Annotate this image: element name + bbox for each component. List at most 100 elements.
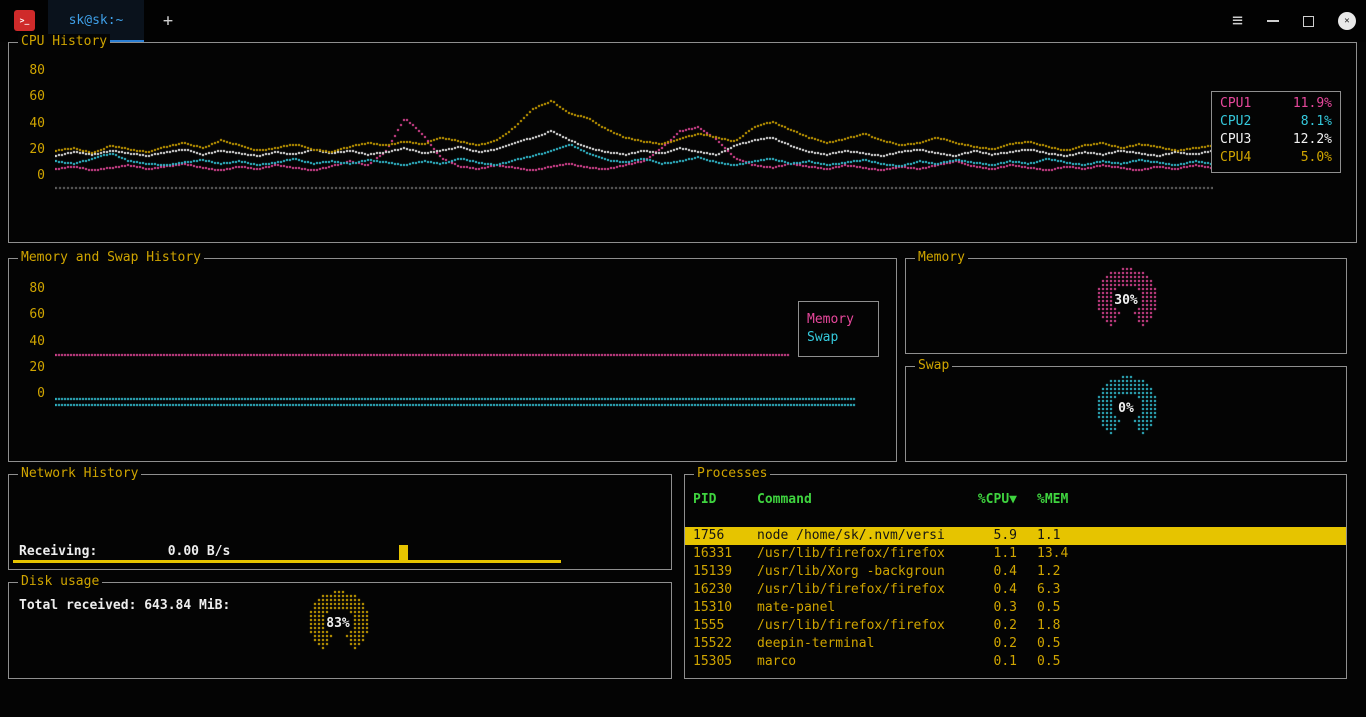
- memory-swap-history-box: Memory and Swap History 806040200 Memory…: [8, 258, 897, 462]
- process-command: /usr/lib/Xorg -backgroun: [757, 563, 967, 581]
- header-mem[interactable]: %MEM: [1037, 491, 1101, 509]
- network-history-title: Network History: [18, 466, 141, 481]
- minimize-icon[interactable]: [1267, 20, 1279, 22]
- process-mem: 0.5: [1037, 635, 1101, 653]
- legend-name: CPU4: [1220, 149, 1251, 167]
- disk-usage-title: Disk usage: [18, 574, 102, 589]
- y-tick-label: 60: [17, 89, 45, 105]
- y-tick-label: 20: [17, 142, 45, 158]
- y-tick-label: 40: [17, 334, 45, 350]
- process-command: mate-panel: [757, 599, 967, 617]
- legend-value: 11.9%: [1293, 95, 1332, 113]
- header-cpu-sort[interactable]: %CPU▼: [967, 491, 1017, 509]
- processes-header: PID Command %CPU▼ %MEM: [685, 491, 1346, 509]
- process-command: /usr/lib/firefox/firefox: [757, 545, 967, 563]
- legend-row: Memory: [807, 311, 870, 329]
- legend-row: CPU4 5.0%: [1220, 149, 1332, 167]
- process-pid: 15139: [693, 563, 757, 581]
- process-row[interactable]: 16331/usr/lib/firefox/firefox1.1 13.4: [685, 545, 1346, 563]
- process-pid: 15522: [693, 635, 757, 653]
- memory-percent-label: 30%: [1093, 266, 1159, 334]
- titlebar: >_ sk@sk:~ + ≡ ✕: [0, 0, 1366, 42]
- process-pid: 16230: [693, 581, 757, 599]
- network-sparkline: [13, 560, 561, 563]
- legend-row: CPU3 12.2%: [1220, 131, 1332, 149]
- process-pid: 16331: [693, 545, 757, 563]
- process-row[interactable]: 15139/usr/lib/Xorg -backgroun0.4 1.2: [685, 563, 1346, 581]
- memory-swap-chart: [55, 281, 871, 411]
- process-command: marco: [757, 653, 967, 671]
- y-tick-label: 60: [17, 307, 45, 323]
- process-pid: 1756: [693, 527, 757, 545]
- tab-title: sk@sk:~: [69, 13, 124, 28]
- process-mem: 13.4: [1037, 545, 1101, 563]
- legend-row: Swap: [807, 329, 870, 347]
- legend-name: CPU2: [1220, 113, 1251, 131]
- process-mem: 1.8: [1037, 617, 1101, 635]
- disk-donut: 83%: [305, 589, 371, 657]
- swap-percent-label: 0%: [1093, 374, 1159, 442]
- process-row-selected[interactable]: 1756node /home/sk/.nvm/versi5.9 1.1: [685, 527, 1346, 545]
- process-row[interactable]: 15522deepin-terminal0.20.5: [685, 635, 1346, 653]
- process-mem: 0.5: [1037, 599, 1101, 617]
- process-row[interactable]: 1555/usr/lib/firefox/firefox0.21.8: [685, 617, 1346, 635]
- terminal-app-icon: >_: [14, 10, 35, 31]
- cpu-legend: CPU111.9%CPU28.1%CPU3 12.2% CPU4 5.0%: [1211, 91, 1341, 173]
- process-pid: 15305: [693, 653, 757, 671]
- legend-name: Memory: [807, 311, 854, 329]
- y-tick-label: 80: [17, 63, 45, 79]
- close-icon[interactable]: ✕: [1338, 12, 1356, 30]
- process-pid: 1555: [693, 617, 757, 635]
- y-tick-label: 0: [17, 386, 45, 402]
- memory-gauge-box: Memory 30%: [905, 258, 1347, 354]
- process-mem: 6.3: [1037, 581, 1101, 599]
- swap-gauge-box: Swap 0%: [905, 366, 1347, 462]
- process-cpu: 0.3: [967, 599, 1017, 617]
- process-cpu: 5.9: [967, 527, 1017, 545]
- process-pid: 15310: [693, 599, 757, 617]
- memory-gauge-title: Memory: [915, 250, 968, 265]
- process-cpu: 0.1: [967, 653, 1017, 671]
- process-row[interactable]: 15310mate-panel0.3 0.5: [685, 599, 1346, 617]
- menu-icon[interactable]: ≡: [1232, 12, 1243, 30]
- memory-donut: 30%: [1093, 266, 1159, 334]
- terminal-content: CPU History 806040200 CPU111.9%CPU28.1%C…: [0, 42, 1366, 717]
- network-receiving-line: Receiving: 0.00 B/s: [19, 543, 230, 561]
- processes-title: Processes: [694, 466, 770, 481]
- y-tick-label: 20: [17, 360, 45, 376]
- disk-usage-box: Disk usage 83%: [8, 582, 672, 679]
- process-cpu: 1.1: [967, 545, 1017, 563]
- network-history-box: Network History Receiving: 0.00 B/s Tota…: [8, 474, 672, 570]
- network-sparkline-spike: [399, 545, 408, 563]
- cpu-history-box: CPU History 806040200 CPU111.9%CPU28.1%C…: [8, 42, 1357, 243]
- process-mem: 1.1: [1037, 527, 1101, 545]
- legend-row: CPU111.9%: [1220, 95, 1332, 113]
- new-tab-button[interactable]: +: [156, 9, 180, 33]
- window-controls: ≡ ✕: [1232, 0, 1356, 42]
- legend-name: CPU3: [1220, 131, 1251, 149]
- memory-swap-legend: MemorySwap: [798, 301, 879, 357]
- processes-spacer: [685, 509, 1346, 527]
- process-command: node /home/sk/.nvm/versi: [757, 527, 967, 545]
- processes-list: 1756node /home/sk/.nvm/versi5.91.116331/…: [685, 527, 1346, 671]
- process-mem: 1.2: [1037, 563, 1101, 581]
- legend-row: CPU28.1%: [1220, 113, 1332, 131]
- process-cpu: 0.4: [967, 563, 1017, 581]
- header-pid[interactable]: PID: [693, 491, 757, 509]
- process-row[interactable]: 15305marco0.1 0.5: [685, 653, 1346, 671]
- y-tick-label: 80: [17, 281, 45, 297]
- process-mem: 0.5: [1037, 653, 1101, 671]
- maximize-icon[interactable]: [1303, 16, 1314, 27]
- legend-value: 5.0%: [1301, 149, 1332, 167]
- process-cpu: 0.4: [967, 581, 1017, 599]
- disk-percent-label: 83%: [305, 589, 371, 657]
- header-command[interactable]: Command: [757, 491, 967, 509]
- swap-donut: 0%: [1093, 374, 1159, 442]
- y-tick-label: 0: [17, 168, 45, 184]
- cpu-history-chart: [55, 63, 1213, 191]
- legend-name: Swap: [807, 329, 838, 347]
- memory-swap-history-title: Memory and Swap History: [18, 250, 204, 265]
- process-command: /usr/lib/firefox/firefox: [757, 581, 967, 599]
- process-row[interactable]: 16230/usr/lib/firefox/firefox0.4 6.3: [685, 581, 1346, 599]
- legend-value: 12.2%: [1293, 131, 1332, 149]
